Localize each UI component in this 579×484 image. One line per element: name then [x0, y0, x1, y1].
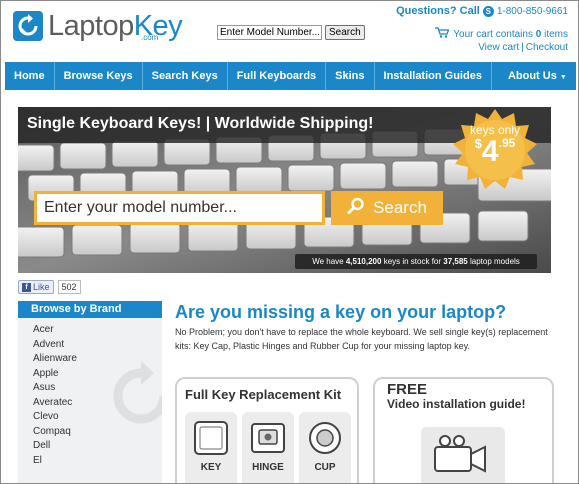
- cart-suffix: items: [544, 28, 568, 40]
- nav-item-about-us[interactable]: About Us ▼: [492, 62, 576, 90]
- hinge-icon: [251, 423, 285, 453]
- price-badge: keys only $4.95: [453, 109, 537, 193]
- facebook-like: f Like 502: [18, 280, 81, 294]
- stock-middle: keys in stock for: [383, 257, 442, 266]
- brand-item-el[interactable]: El: [33, 454, 162, 469]
- logo-word-laptop: Laptop: [48, 10, 134, 42]
- badge-price-cents: .95: [498, 136, 516, 150]
- video-free-label: FREE: [387, 381, 428, 398]
- badge-dollar: $: [474, 136, 482, 151]
- stock-keys-count: 4,510,200: [345, 257, 382, 266]
- video-guide-card[interactable]: FREE Video installation guide!: [373, 377, 554, 483]
- badge-price-whole: 4: [481, 135, 499, 168]
- model-number-input[interactable]: [217, 25, 322, 40]
- cart-links: View cart | Checkout: [478, 42, 568, 53]
- nav-about-label: About Us: [507, 70, 557, 82]
- banner-search-label: Search: [373, 198, 427, 217]
- stock-models-count: 37,585: [443, 257, 468, 266]
- refresh-watermark-icon: [113, 361, 162, 424]
- kit-part-cup[interactable]: CUP: [299, 412, 351, 483]
- video-subtitle: Video installation guide!: [387, 397, 526, 411]
- banner-title: Single Keyboard Keys! | Worldwide Shippi…: [27, 115, 374, 132]
- stock-prefix: We have: [312, 257, 344, 266]
- header-search-button[interactable]: Search: [325, 25, 365, 40]
- brand-item-acer[interactable]: Acer: [33, 323, 162, 338]
- logo-refresh-icon: [13, 11, 43, 41]
- cart-count: 0: [535, 28, 542, 40]
- header-search: Search: [217, 25, 365, 40]
- banner-model-input[interactable]: Enter your model number...: [34, 191, 325, 225]
- kit-title: Full Key Replacement Kit: [185, 387, 342, 402]
- main-description: No Problem; you don't have to replace th…: [175, 327, 548, 351]
- kit-part-key-label: KEY: [200, 462, 222, 473]
- logo-wordmark: LaptopKey: [48, 10, 183, 42]
- chevron-down-icon: ▼: [559, 74, 567, 81]
- kit-part-hinge[interactable]: HINGE: [242, 412, 294, 483]
- stock-suffix: laptop models: [469, 257, 520, 266]
- facebook-icon: f: [22, 282, 31, 292]
- kit-part-cup-label: CUP: [314, 462, 336, 473]
- brand-item-advent[interactable]: Advent: [33, 338, 162, 353]
- main-heading: Are you missing a key on your laptop?: [175, 302, 507, 322]
- search-icon: [347, 197, 365, 220]
- brand-sidebar: Browse by Brand Acer Advent Alienware Ap…: [18, 301, 162, 483]
- view-cart-link[interactable]: View cart: [478, 42, 519, 53]
- questions-label: Questions? Call: [396, 5, 480, 17]
- nav-item-skins[interactable]: Skins: [326, 62, 375, 90]
- kit-part-hinge-label: HINGE: [252, 462, 284, 473]
- like-label: Like: [33, 282, 50, 292]
- nav-item-installation-guides[interactable]: Installation Guides: [375, 62, 492, 90]
- checkout-link[interactable]: Checkout: [526, 42, 568, 53]
- sidebar-title: Browse by Brand: [18, 301, 162, 318]
- cart-prefix: Your cart contains: [453, 28, 533, 40]
- badge-price: $4.95: [453, 136, 537, 168]
- questions-line: Questions? Call S 1-800-850-9661: [396, 5, 568, 17]
- replacement-kit-card[interactable]: Full Key Replacement Kit KEY HINGE CUP: [175, 377, 359, 483]
- like-button[interactable]: f Like: [18, 280, 54, 294]
- page-frame: LaptopKey .com Search Questions? Call S …: [0, 0, 579, 484]
- shopping-cart-icon: [435, 27, 450, 41]
- logo-domain: .com: [141, 33, 159, 42]
- brand-item-dell[interactable]: Dell: [33, 439, 162, 454]
- header-contact: Questions? Call S 1-800-850-9661 Your ca…: [396, 5, 568, 53]
- nav-item-browse-keys[interactable]: Browse Keys: [55, 62, 143, 90]
- kit-part-key[interactable]: KEY: [185, 412, 237, 483]
- banner-search-button[interactable]: Search: [331, 191, 443, 225]
- video-camera-icon: [421, 427, 505, 483]
- nav-item-home[interactable]: Home: [5, 62, 55, 90]
- stock-info: We have 4,510,200 keys in stock for 37,5…: [295, 254, 537, 269]
- key-cap-icon: [194, 421, 228, 455]
- nav-item-search-keys[interactable]: Search Keys: [143, 62, 228, 90]
- nav-item-full-keyboards[interactable]: Full Keyboards: [228, 62, 327, 90]
- cart-summary[interactable]: Your cart contains 0 items: [396, 27, 568, 41]
- skype-icon[interactable]: S: [482, 5, 494, 17]
- like-count: 502: [57, 280, 81, 294]
- rubber-cup-icon: [309, 422, 341, 454]
- main-nav: Home Browse Keys Search Keys Full Keyboa…: [5, 62, 576, 90]
- phone-number[interactable]: 1-800-850-9661: [497, 6, 568, 17]
